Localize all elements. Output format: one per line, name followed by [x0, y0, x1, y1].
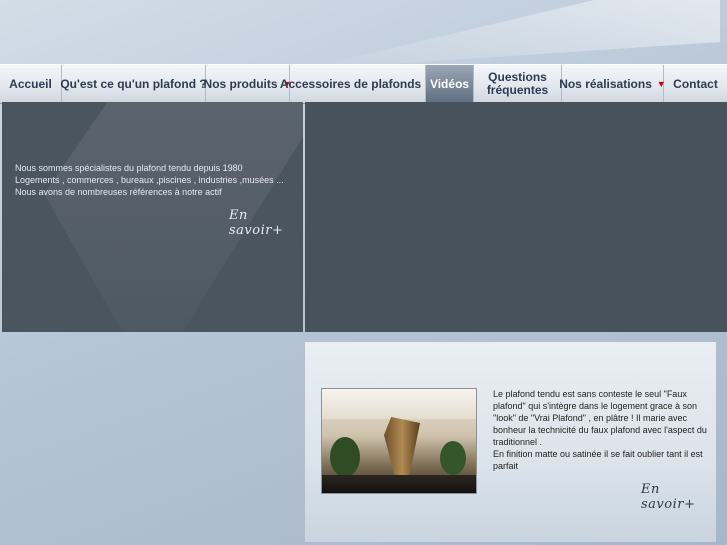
intro-text: Nous sommes spécialistes du plafond tend…: [15, 162, 300, 198]
nav-item-nos-realisations[interactable]: Nos réalisations ▼: [559, 65, 666, 103]
en-savoir-plus-link[interactable]: En savoir+: [229, 208, 303, 238]
nav-label: Accueil: [9, 76, 52, 91]
nav-label: Accessoires de plafonds: [279, 76, 422, 91]
product-card: Le plafond tendu est sans conteste le se…: [305, 342, 716, 542]
nav-item-videos[interactable]: Vidéos: [426, 65, 474, 103]
nav-label: Contact: [673, 76, 718, 91]
intro-line: Nous sommes spécialistes du plafond tend…: [15, 163, 243, 173]
main-navigation: Accueil Qu'est ce qu'un plafond ? Nos pr…: [0, 64, 727, 104]
photo-plant: [440, 441, 466, 475]
intro-line: Logements , commerces , bureaux ,piscine…: [15, 175, 284, 185]
photo-plant: [330, 437, 360, 477]
video-panel: [305, 102, 727, 332]
photo-floor: [322, 475, 476, 493]
background-light-beam: [300, 0, 720, 70]
nav-label: Nos produits: [203, 76, 278, 91]
photo-sculpture: [384, 417, 420, 477]
stretch-ceiling-photo: [321, 388, 477, 494]
nav-label-line2: fréquentes: [486, 83, 549, 97]
nav-item-accueil[interactable]: Accueil: [0, 65, 62, 103]
en-savoir-plus-link[interactable]: En savoir+: [641, 482, 716, 512]
nav-item-accessoires-de-plafonds[interactable]: Accessoires de plafonds ▼: [280, 65, 435, 103]
nav-item-contact[interactable]: Contact: [664, 65, 727, 103]
photo-ceiling: [322, 389, 476, 419]
nav-label: Vidéos: [429, 76, 470, 91]
nav-item-quest-ce-quun-plafond[interactable]: Qu'est ce qu'un plafond ?: [60, 65, 207, 103]
nav-label: Qu'est ce qu'un plafond ?: [60, 76, 207, 91]
nav-item-nos-produits[interactable]: Nos produits ▼: [203, 65, 291, 103]
description-paragraph: Le plafond tendu est sans conteste le se…: [493, 389, 707, 447]
product-description: Le plafond tendu est sans conteste le se…: [493, 388, 707, 472]
intro-panel: Nous sommes spécialistes du plafond tend…: [2, 102, 303, 332]
description-paragraph: En finition matte ou satinée il se fait …: [493, 449, 703, 471]
nav-label: Nos réalisations: [559, 76, 652, 91]
intro-line: Nous avons de nombreuses références à no…: [15, 187, 222, 197]
nav-item-questions-frequentes[interactable]: Questions fréquentes: [474, 65, 562, 103]
